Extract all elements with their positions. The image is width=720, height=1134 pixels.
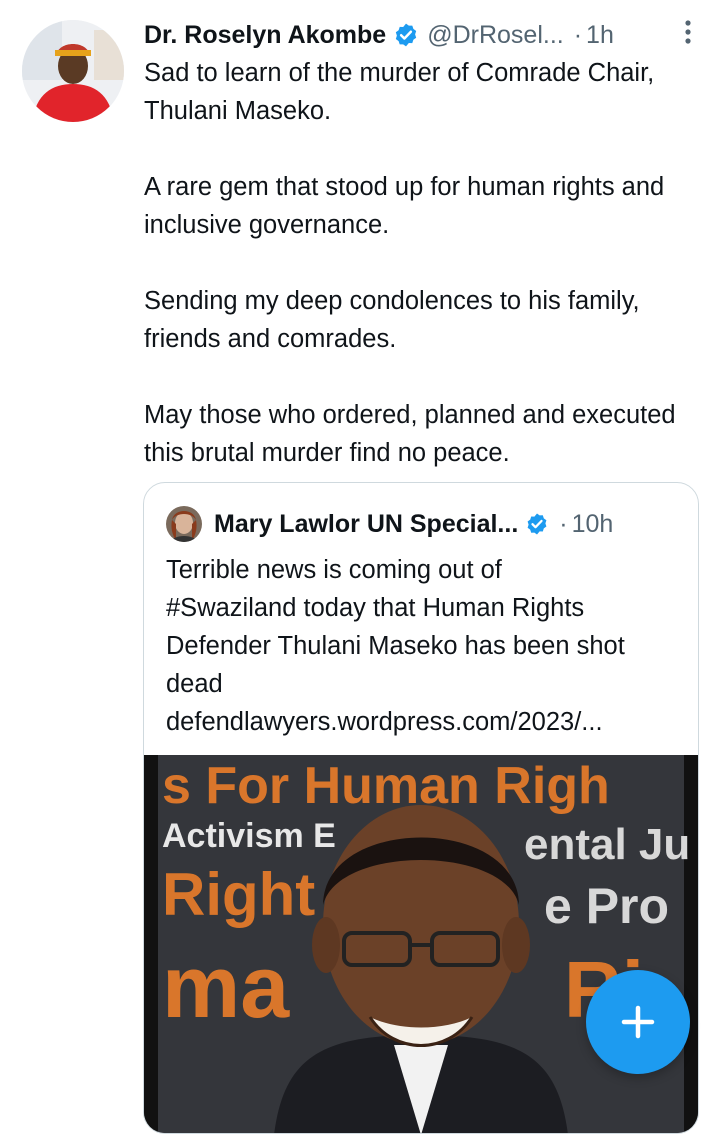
more-vertical-icon[interactable] xyxy=(682,18,694,46)
author-avatar[interactable] xyxy=(22,20,124,122)
quoted-link[interactable]: defendlawyers.wordpress.com/2023/... xyxy=(166,703,686,741)
header-separator: · xyxy=(573,20,583,49)
image-overlay-word: ma xyxy=(162,937,290,1036)
tweet-header: Dr. Roselyn Akombe @DrRosel... · 1h xyxy=(144,18,690,52)
author-avatar-image xyxy=(22,20,124,122)
image-overlay-word: s For Human Righ xyxy=(162,757,610,815)
quoted-author-avatar xyxy=(166,506,202,542)
tweet-paragraph: A rare gem that stood up for human right… xyxy=(144,173,665,239)
tweet-paragraph: May those who ordered, planned and execu… xyxy=(144,401,676,467)
verified-badge-icon xyxy=(396,23,417,47)
quoted-tweet-header: Mary Lawlor UN Special... · 10h xyxy=(166,505,678,543)
tweet-timestamp[interactable]: 1h xyxy=(586,21,614,50)
quoted-text-line: dead xyxy=(166,670,223,698)
verified-badge-icon xyxy=(527,513,547,535)
quoted-text-line: Defender Thulani Maseko has been shot xyxy=(166,632,625,660)
quoted-tweet-text: Terrible news is coming out of #Swazilan… xyxy=(166,551,686,741)
quoted-header-separator: · xyxy=(559,509,568,538)
image-overlay-word: Activism E xyxy=(162,817,336,855)
tweet[interactable]: Dr. Roselyn Akombe @DrRosel... · 1h Sad … xyxy=(0,0,720,1134)
quoted-tweet-timestamp: 10h xyxy=(571,509,614,538)
portrait-photo: s For Human Righ Activism E ental Ju Rig… xyxy=(144,755,698,1133)
quoted-author-name: Mary Lawlor UN Special... xyxy=(214,509,519,538)
quoted-text-line: Terrible news is coming out of xyxy=(166,556,502,584)
quoted-tweet-image[interactable]: s For Human Righ Activism E ental Ju Rig… xyxy=(144,755,698,1133)
image-overlay-word: Right xyxy=(162,861,315,928)
author-handle[interactable]: @DrRosel... xyxy=(427,21,564,50)
plus-icon xyxy=(621,1005,655,1039)
image-overlay-word: ental Ju xyxy=(524,820,690,869)
image-overlay-word: e Pro xyxy=(544,878,669,934)
tweet-paragraph: Sad to learn of the murder of Comrade Ch… xyxy=(144,59,655,125)
tweet-paragraph: Sending my deep condolences to his famil… xyxy=(144,287,640,353)
quoted-text-line: #Swaziland today that Human Rights xyxy=(166,594,585,622)
author-name[interactable]: Dr. Roselyn Akombe xyxy=(144,21,386,50)
tweet-body: Sad to learn of the murder of Comrade Ch… xyxy=(144,54,704,472)
compose-button[interactable] xyxy=(586,970,690,1074)
